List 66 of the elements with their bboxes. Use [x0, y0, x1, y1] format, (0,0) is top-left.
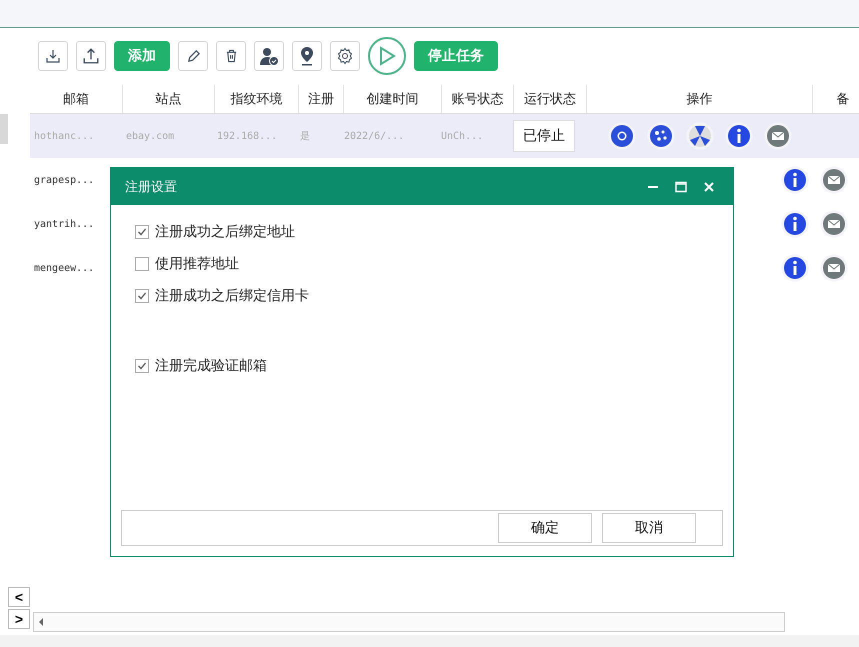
- option-label: 注册成功之后绑定地址: [155, 223, 295, 241]
- location-pin-icon: [299, 46, 315, 66]
- mail-icon[interactable]: [820, 210, 848, 238]
- table-cell-text: 192.168...: [216, 130, 278, 142]
- trash-button[interactable]: [216, 41, 246, 71]
- column-header: 注册: [299, 85, 344, 113]
- play-icon: [378, 46, 396, 66]
- table-cell-text: UnCh...: [440, 130, 484, 142]
- next-button[interactable]: >: [8, 609, 30, 629]
- table-cell-text: yantrih...: [33, 218, 96, 230]
- checkmark-icon: [137, 291, 147, 301]
- upload-button[interactable]: [76, 41, 106, 71]
- upload-icon: [82, 47, 100, 65]
- table-cell-text: grapesp...: [33, 174, 96, 186]
- info-icon[interactable]: [781, 166, 809, 194]
- table-cell-text: ebay.com: [125, 130, 176, 142]
- table-row[interactable]: hothanc... ebay.com 192.168... 是 2022/6/... UnCh... 已停止: [30, 114, 859, 158]
- browser-icon[interactable]: [608, 122, 636, 150]
- info-icon[interactable]: [781, 254, 809, 282]
- checkbox[interactable]: [135, 257, 149, 271]
- column-header: 创建时间: [344, 85, 442, 113]
- option-label: 注册成功之后绑定信用卡: [155, 287, 309, 305]
- cancel-button[interactable]: 取消: [602, 513, 696, 543]
- info-icon[interactable]: [725, 122, 753, 150]
- column-header: 操作: [587, 85, 813, 113]
- mail-icon[interactable]: [764, 122, 792, 150]
- column-header: 运行状态: [514, 85, 587, 113]
- checkbox[interactable]: [135, 359, 149, 373]
- download-icon: [45, 48, 61, 64]
- trash-icon: [224, 49, 238, 63]
- column-header: 站点: [123, 85, 215, 113]
- confirm-button[interactable]: 确定: [498, 513, 592, 543]
- play-button[interactable]: [368, 37, 406, 75]
- checkbox[interactable]: [135, 225, 149, 239]
- option-label: 使用推荐地址: [155, 255, 239, 273]
- table-cell-text: 2022/6/...: [343, 130, 406, 142]
- table-cell-text: hothanc...: [33, 130, 96, 142]
- option-label: 注册完成验证邮箱: [155, 357, 267, 375]
- user-button[interactable]: [254, 41, 284, 71]
- column-header: 指纹环境: [215, 85, 299, 113]
- checkmark-icon: [137, 227, 147, 237]
- pin-button[interactable]: [292, 41, 322, 71]
- horizontal-scrollbar[interactable]: [33, 612, 785, 632]
- fan-icon[interactable]: [686, 122, 714, 150]
- close-icon: [703, 180, 715, 192]
- mail-icon[interactable]: [820, 166, 848, 194]
- column-header: 账号状态: [442, 85, 514, 113]
- maximize-icon: [675, 180, 687, 192]
- pencil-icon: [186, 48, 200, 64]
- download-button[interactable]: [38, 41, 68, 71]
- previous-button[interactable]: <: [8, 587, 30, 607]
- status-button[interactable]: 已停止: [513, 120, 575, 152]
- table-cell-text: 是: [299, 130, 311, 143]
- user-check-icon: [259, 46, 279, 66]
- dialog-title: 注册设置: [125, 178, 178, 196]
- mail-icon[interactable]: [820, 254, 848, 282]
- checkmark-icon: [137, 361, 147, 371]
- settings-button[interactable]: [330, 41, 360, 71]
- pencil-button[interactable]: [178, 41, 208, 71]
- column-header: 邮箱: [30, 85, 123, 113]
- info-icon[interactable]: [781, 210, 809, 238]
- checkbox[interactable]: [135, 289, 149, 303]
- cookie-icon[interactable]: [647, 122, 675, 150]
- table-cell-text: mengeew...: [33, 262, 96, 274]
- column-header: 备: [813, 85, 859, 113]
- settings-icon: [336, 47, 354, 65]
